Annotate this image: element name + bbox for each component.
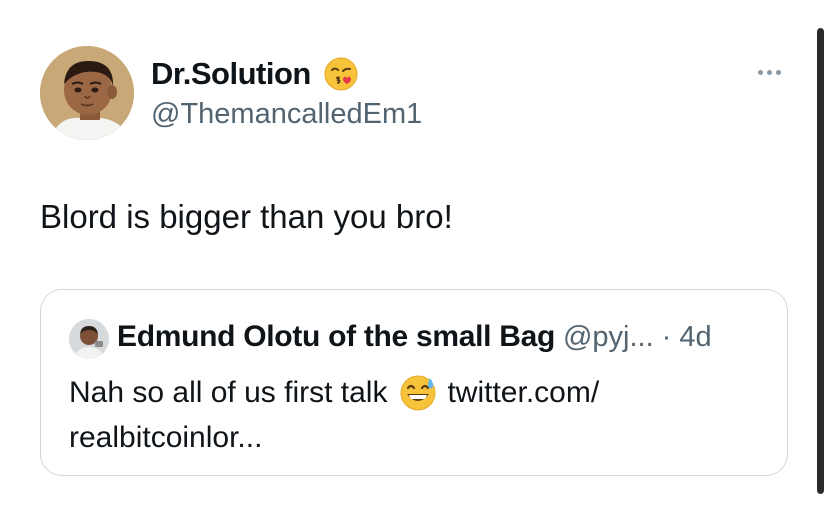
quoted-tweet-time[interactable]: 4d xyxy=(679,321,711,354)
tweet-view: Dr.Solution @ThemancalledEm1 Blord is bi… xyxy=(0,0,828,505)
quoted-author-name[interactable]: Edmund Olotu of the small Bag xyxy=(117,320,555,354)
kiss-emoji-icon xyxy=(323,56,359,92)
quoted-text-line-1: Nah so all of us first talk twitter.com/ xyxy=(69,370,769,415)
boy-avatar-icon xyxy=(40,46,134,140)
quoted-author-handle[interactable]: @pyj... xyxy=(563,321,654,354)
more-options-button[interactable] xyxy=(752,62,786,82)
tweet-text: Blord is bigger than you bro! xyxy=(40,198,453,235)
scrollbar[interactable] xyxy=(817,28,824,494)
quoted-tweet-header: Edmund Olotu of the small Bag @pyj... · … xyxy=(117,320,712,354)
grinning-sweat-emoji-icon xyxy=(399,374,437,412)
person-avatar-icon xyxy=(69,319,109,359)
quoted-author-avatar xyxy=(69,319,109,359)
quoted-text-link[interactable]: twitter.com/ xyxy=(447,370,599,415)
more-dot-icon xyxy=(775,69,781,75)
quoted-text-line-2[interactable]: realbitcoinlor... xyxy=(69,415,769,460)
more-dot-icon xyxy=(757,69,763,75)
author-display-name[interactable]: Dr.Solution xyxy=(151,56,359,92)
more-dot-icon xyxy=(766,69,772,75)
quoted-tweet-text: Nah so all of us first talk twitter.com/… xyxy=(69,370,769,460)
author-name-text: Dr.Solution xyxy=(151,56,311,91)
quoted-text-part-1: Nah so all of us first talk xyxy=(69,376,388,409)
quoted-tweet-card[interactable]: Edmund Olotu of the small Bag @pyj... · … xyxy=(40,289,788,476)
separator-dot: · xyxy=(661,321,672,353)
author-avatar[interactable] xyxy=(40,46,134,140)
author-handle[interactable]: @ThemancalledEm1 xyxy=(151,98,422,131)
